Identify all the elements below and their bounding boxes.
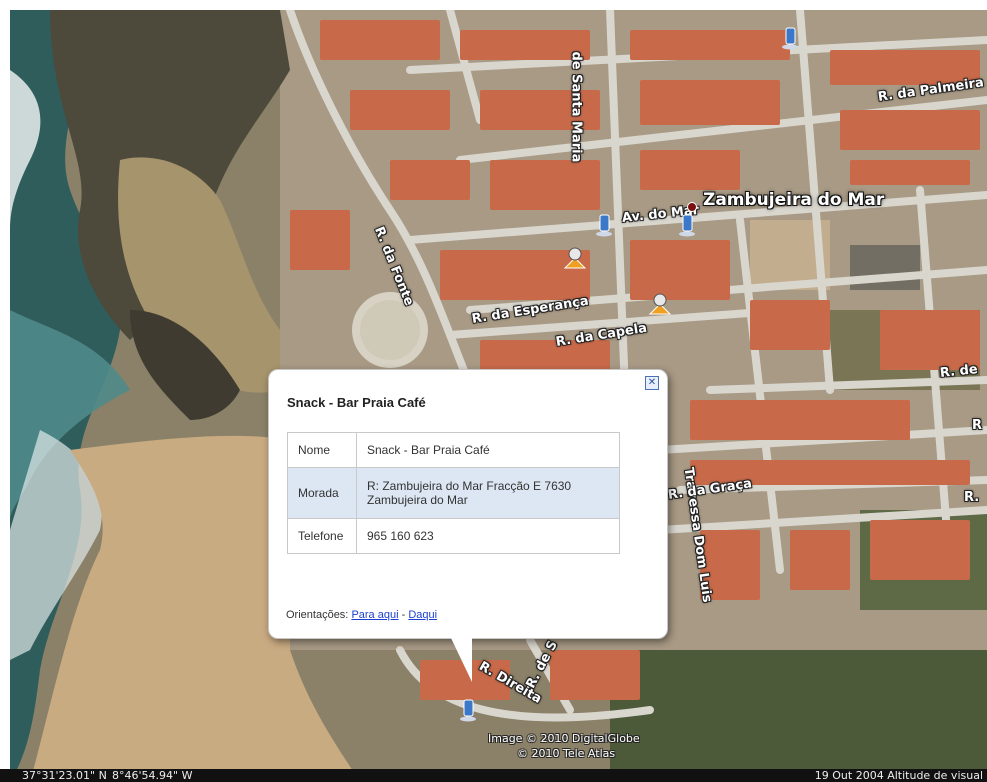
town-label: Zambujeira do Mar: [703, 190, 885, 210]
food-marker-icon[interactable]: [648, 292, 672, 316]
table-row: Telefone 965 160 623: [287, 518, 620, 554]
directions-line: Orientações: Para aqui - Daqui: [286, 609, 437, 621]
table-row: Morada R: Zambujeira do Mar Fracção E 76…: [287, 467, 620, 519]
table-key: Nome: [287, 432, 357, 468]
longitude-readout: 8°46'54.94" W: [112, 769, 193, 782]
road-label-santa-maria: de Santa Maria: [568, 51, 584, 163]
road-label-r: R: [972, 418, 983, 433]
directions-to-here-link[interactable]: Para aqui: [351, 609, 398, 621]
latitude-readout: 37°31'23.01" N: [22, 769, 107, 782]
data-credit: © 2010 Tele Atlas: [517, 747, 616, 760]
info-table: Nome Snack - Bar Praia Café Morada R: Za…: [287, 432, 620, 554]
close-icon[interactable]: ✕: [645, 376, 659, 390]
table-key: Telefone: [287, 518, 357, 554]
phone-marker-icon[interactable]: [592, 213, 616, 237]
table-value: R: Zambujeira do Mar Fracção E 7630 Zamb…: [356, 467, 620, 519]
food-marker-icon[interactable]: [563, 246, 587, 270]
balloon-pointer: [450, 636, 472, 682]
phone-marker-icon[interactable]: [675, 213, 699, 237]
directions-from-here-link[interactable]: Daqui: [408, 609, 437, 621]
directions-separator: -: [401, 609, 406, 621]
table-key: Morada: [287, 467, 357, 519]
directions-label: Orientações:: [286, 609, 349, 621]
phone-marker-icon[interactable]: [456, 698, 480, 722]
table-value: Snack - Bar Praia Café: [356, 432, 620, 468]
table-row: Nome Snack - Bar Praia Café: [287, 432, 620, 468]
road-label-r-dot: R.: [964, 490, 980, 505]
status-bar: 37°31'23.01" N 8°46'54.94" W 19 Out 2004…: [0, 769, 987, 782]
town-dot: [687, 202, 697, 212]
date-altitude-readout: 19 Out 2004 Altitude de visual: [814, 769, 983, 782]
balloon-title: Snack - Bar Praia Café: [287, 395, 426, 410]
table-value: 965 160 623: [356, 518, 620, 554]
phone-marker-icon[interactable]: [778, 26, 802, 50]
imagery-credit: Image © 2010 DigitalGlobe: [488, 732, 640, 745]
